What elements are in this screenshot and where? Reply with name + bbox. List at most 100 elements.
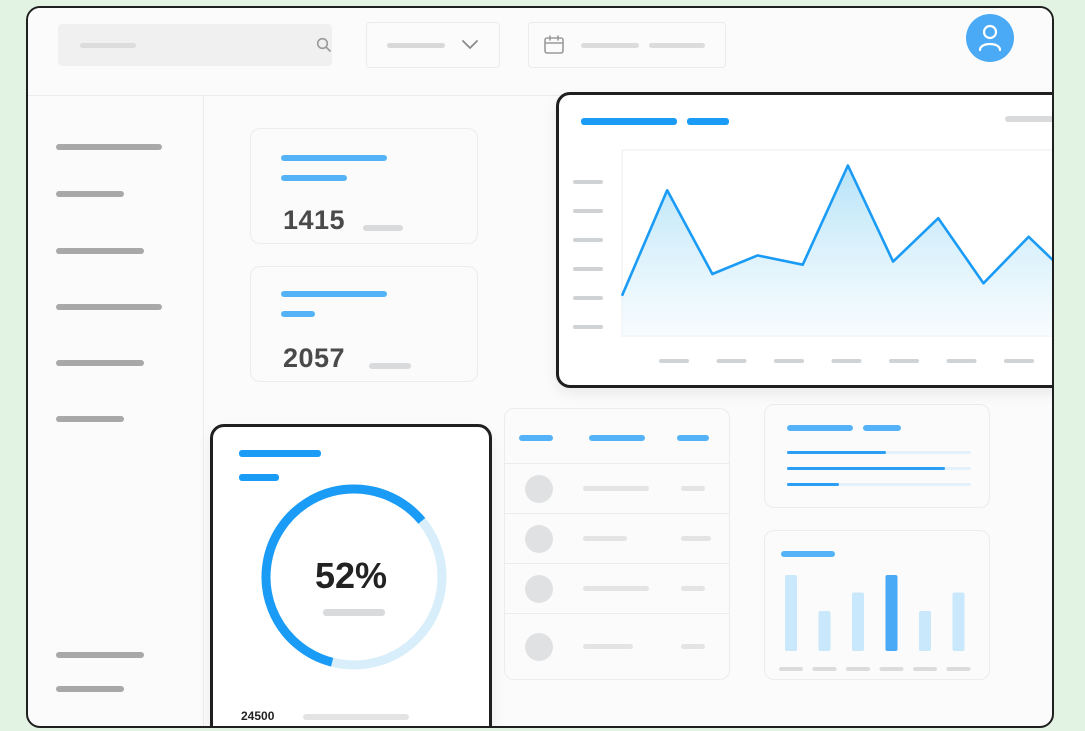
y-tick-label <box>573 180 603 184</box>
bar[interactable] <box>818 611 831 651</box>
stat-subtitle-placeholder <box>281 175 347 181</box>
stat-title-placeholder <box>281 291 387 297</box>
stat-caption-placeholder <box>363 225 403 231</box>
progress-title-placeholder <box>863 425 901 431</box>
x-tick-label <box>846 667 870 671</box>
row-label-placeholder <box>583 586 649 591</box>
donut-card: 52% 24500 17200 <box>210 424 492 726</box>
row-value-placeholder <box>681 486 705 491</box>
progress-bar <box>787 467 971 470</box>
list-row[interactable] <box>505 623 731 671</box>
x-tick-label <box>779 667 803 671</box>
bar-chart <box>779 574 971 671</box>
list-row[interactable] <box>505 515 731 563</box>
stat-value: 1415 <box>283 205 346 235</box>
donut-percent: 52% <box>314 555 388 596</box>
sidebar-item[interactable] <box>56 686 124 692</box>
progress-card <box>764 404 990 508</box>
avatar <box>525 475 553 503</box>
sidebar-item[interactable] <box>56 144 162 150</box>
row-value-placeholder <box>681 536 711 541</box>
y-tick-label <box>573 267 603 271</box>
progress-fill <box>787 451 887 454</box>
stat-card[interactable]: 2057 <box>250 266 478 382</box>
calendar-icon <box>544 35 564 54</box>
stat-title-placeholder <box>281 155 387 161</box>
progress-fill <box>787 483 839 486</box>
bar[interactable] <box>919 611 931 651</box>
bar[interactable] <box>785 574 797 651</box>
area-chart <box>573 149 1052 363</box>
bar[interactable] <box>852 592 864 652</box>
avatar <box>525 575 553 603</box>
stat-value: 2057 <box>283 343 346 373</box>
list-card <box>504 408 730 680</box>
stat-caption-placeholder <box>369 363 411 369</box>
list-row[interactable] <box>505 565 731 613</box>
x-tick-label <box>774 359 804 363</box>
avatar <box>525 633 553 661</box>
sidebar-item[interactable] <box>56 416 124 422</box>
x-tick-label <box>812 667 837 671</box>
bar[interactable] <box>952 592 965 652</box>
progress-bar <box>787 451 971 454</box>
area-chart-card <box>556 92 1052 388</box>
divider <box>505 463 729 464</box>
search-icon <box>316 37 331 52</box>
bar[interactable] <box>885 574 898 651</box>
progress-bar <box>787 483 971 486</box>
row-value-placeholder <box>681 586 705 591</box>
date-end-placeholder <box>649 43 705 48</box>
divider <box>505 513 729 514</box>
chevron-down-icon <box>462 40 478 49</box>
sidebar-item[interactable] <box>56 304 162 310</box>
x-tick-label <box>659 359 689 363</box>
list-row[interactable] <box>505 465 731 513</box>
date-start-placeholder <box>581 43 639 48</box>
x-tick-label <box>716 359 747 363</box>
row-label-placeholder <box>583 486 649 491</box>
row-value-placeholder <box>681 644 705 649</box>
y-tick-label <box>573 325 603 329</box>
search-placeholder <box>80 43 136 48</box>
progress-title-placeholder <box>787 425 853 431</box>
chart-option-placeholder[interactable] <box>1005 116 1052 122</box>
divider <box>505 563 729 564</box>
sidebar <box>28 96 204 726</box>
list-header-placeholder <box>519 435 553 441</box>
stat-card[interactable]: 1415 <box>250 128 478 244</box>
x-tick-label <box>946 667 971 671</box>
avatar <box>525 525 553 553</box>
y-tick-label <box>573 296 603 300</box>
sidebar-item[interactable] <box>56 360 144 366</box>
donut-caption-placeholder <box>323 609 385 616</box>
legend-value: 24500 <box>241 709 275 723</box>
stat-subtitle-placeholder <box>281 311 315 317</box>
filter-dropdown[interactable] <box>366 22 500 68</box>
bar-chart-card <box>764 530 990 680</box>
sidebar-item[interactable] <box>56 191 124 197</box>
donut-subtitle-placeholder <box>239 474 279 481</box>
y-tick-label <box>573 209 603 213</box>
dropdown-value <box>387 43 445 48</box>
top-toolbar <box>28 8 1052 96</box>
area-fill <box>622 165 1052 336</box>
progress-fill <box>787 467 946 470</box>
x-tick-label <box>889 359 919 363</box>
legend-bar <box>303 714 409 720</box>
search-input[interactable] <box>58 24 332 66</box>
sidebar-item[interactable] <box>56 248 144 254</box>
user-avatar[interactable] <box>966 14 1014 62</box>
row-label-placeholder <box>583 644 633 649</box>
list-header-placeholder <box>677 435 709 441</box>
x-tick-label <box>831 359 862 363</box>
list-header-placeholder <box>589 435 645 441</box>
donut-title-placeholder <box>239 450 321 457</box>
divider <box>505 613 729 614</box>
sidebar-item[interactable] <box>56 652 144 658</box>
x-tick-label <box>946 359 977 363</box>
x-tick-label <box>879 667 904 671</box>
row-label-placeholder <box>583 536 627 541</box>
dashboard-window: 1415 2057 52% 24500 <box>26 6 1054 728</box>
date-range-picker[interactable] <box>528 22 726 68</box>
